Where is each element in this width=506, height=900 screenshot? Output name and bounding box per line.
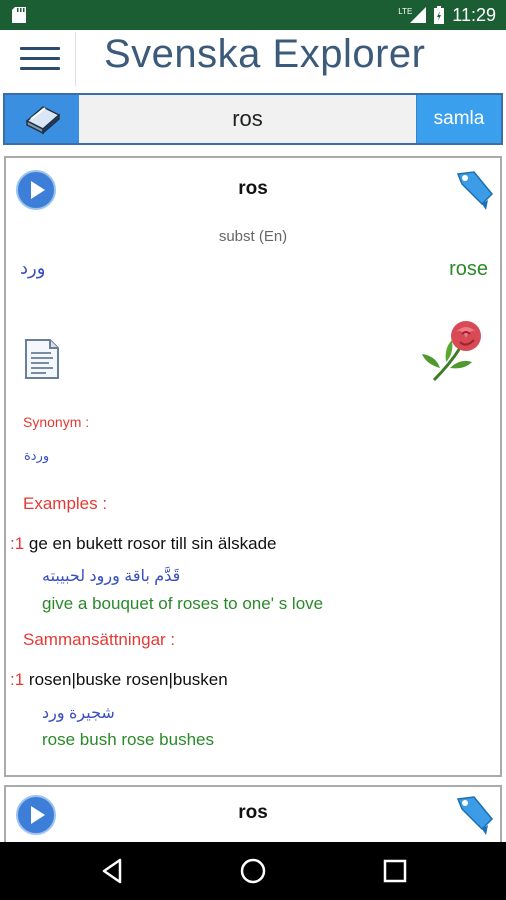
synonym-value: وردة	[24, 448, 50, 463]
search-input[interactable]	[79, 95, 416, 143]
signal-icon	[410, 7, 427, 23]
example-english: give a bouquet of roses to one' s love	[42, 594, 324, 613]
examples-label: Examples :	[23, 494, 108, 513]
entry-word: ros	[238, 802, 268, 823]
compounds-label: Sammansättningar :	[23, 630, 176, 649]
app-title: Svenska Explorer	[104, 32, 426, 76]
home-icon[interactable]	[236, 854, 270, 888]
clock: 11:29	[452, 4, 496, 25]
menu-icon[interactable]	[20, 44, 60, 74]
network-type: LTE	[398, 6, 413, 16]
english-translation: rose	[449, 258, 488, 280]
search-bar: samla	[3, 93, 503, 145]
example-arabic: قَدَّم باقة ورود لحبيبته	[42, 568, 181, 585]
compound-swedish: :1 rosen|buske rosen|busken	[10, 670, 228, 690]
eraser-icon	[25, 106, 61, 135]
example-swedish: :1 ge en bukett rosor till sin älskade	[10, 534, 277, 554]
sd-card-icon	[12, 7, 26, 23]
bookmark-icon[interactable]	[452, 168, 496, 210]
app-bar: Svenska Explorer	[0, 30, 506, 88]
part-of-speech: subst (En)	[218, 228, 288, 245]
battery-icon	[434, 6, 445, 24]
example-number: :1	[10, 534, 25, 553]
compound-arabic: شجيرة ورد	[42, 705, 115, 722]
entry-card: ros subst (En) ورد rose Synonym : وردة E…	[4, 156, 502, 777]
entry-card-next: ros	[4, 785, 502, 845]
rose-image	[422, 321, 481, 382]
entry-word: ros	[238, 178, 268, 199]
divider	[75, 32, 76, 86]
compound-number: :1	[10, 670, 25, 689]
status-bar: LTE 11:29	[0, 0, 506, 30]
samla-button[interactable]: samla	[416, 95, 501, 143]
arabic-translation: ورد	[20, 258, 46, 278]
compound-text: rosen|buske rosen|busken	[28, 670, 228, 689]
bookmark-icon[interactable]	[452, 793, 496, 835]
eraser-button[interactable]	[5, 95, 79, 143]
back-icon[interactable]	[96, 854, 130, 888]
navigation-bar	[0, 842, 506, 900]
compound-english: rose bush rose bushes	[42, 730, 214, 749]
recents-icon[interactable]	[378, 854, 412, 888]
example-text: ge en bukett rosor till sin älskade	[28, 534, 277, 553]
synonym-label: Synonym :	[23, 414, 90, 430]
document-icon[interactable]	[24, 338, 60, 380]
